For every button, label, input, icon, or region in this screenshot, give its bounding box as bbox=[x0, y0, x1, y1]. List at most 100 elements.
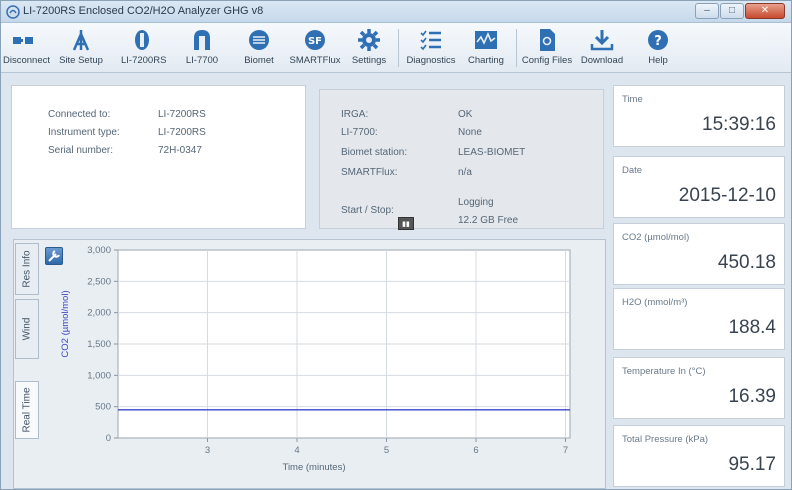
connected-to-value: LI-7200RS bbox=[158, 109, 206, 120]
readout-h2o-value: 188.4 bbox=[728, 317, 776, 338]
site-setup-label: Site Setup bbox=[59, 55, 103, 66]
tab-wind-label: Wind bbox=[21, 317, 33, 341]
instrument-type-label: Instrument type: bbox=[48, 127, 120, 138]
disconnect-icon bbox=[13, 37, 33, 44]
site-setup-button[interactable]: Site Setup bbox=[59, 25, 103, 71]
download-icon bbox=[590, 30, 614, 51]
irga-label: IRGA: bbox=[341, 109, 369, 120]
readout-co2: CO2 (µmol/mol) 450.18 bbox=[613, 223, 785, 285]
readout-time: Time 15:39:16 bbox=[613, 85, 785, 147]
svg-text:?: ? bbox=[654, 34, 662, 49]
smartflux-label: SMARTFlux bbox=[289, 55, 341, 66]
start-stop-toggle[interactable]: ▮▮ bbox=[398, 217, 414, 230]
config-files-label: Config Files bbox=[521, 55, 573, 66]
readout-time-label: Time bbox=[622, 94, 643, 105]
y-tick-label: 1,500 bbox=[87, 339, 111, 350]
disconnect-button[interactable]: Disconnect bbox=[3, 25, 50, 71]
config-files-button[interactable]: Config Files bbox=[521, 25, 573, 71]
settings-label: Settings bbox=[351, 55, 387, 66]
smartflux-button[interactable]: SF SMARTFlux bbox=[288, 25, 342, 71]
download-label: Download bbox=[580, 55, 624, 66]
co2-chart: 3,000 2,500 2,000 1,500 1,000 500 0 3 4 5 6 7 CO2 … bbox=[60, 245, 571, 473]
charting-button[interactable]: Charting bbox=[463, 25, 509, 71]
readout-h2o: H2O (mmol/m³) 188.4 bbox=[613, 288, 785, 350]
li7700-button[interactable]: LI-7700 bbox=[181, 25, 223, 71]
title-bar: LI-7200RS Enclosed CO2/H2O Analyzer GHG … bbox=[1, 1, 791, 23]
tab-real-time[interactable]: Real Time bbox=[15, 381, 39, 439]
readout-co2-value: 450.18 bbox=[717, 252, 776, 273]
gear-icon bbox=[358, 29, 380, 51]
x-axis-ticks: 3 4 5 6 7 bbox=[205, 438, 568, 456]
minimize-button[interactable]: – bbox=[695, 3, 719, 19]
smartflux-status-label: SMARTFlux: bbox=[341, 167, 398, 178]
y-axis-label: CO2 (µmol/mol) bbox=[60, 290, 71, 357]
maximize-button[interactable]: □ bbox=[720, 3, 744, 19]
li7700-status-value: None bbox=[458, 127, 482, 138]
tab-wind[interactable]: Wind bbox=[15, 299, 39, 359]
smartflux-status-value: n/a bbox=[458, 167, 472, 178]
y-axis-ticks: 3,000 2,500 2,000 1,500 1,000 500 0 bbox=[87, 245, 118, 444]
toolbar-separator bbox=[398, 29, 399, 67]
smartflux-icon: SF bbox=[305, 30, 325, 50]
serial-number-value: 72H-0347 bbox=[158, 145, 202, 156]
config-files-icon bbox=[540, 29, 555, 51]
start-stop-label: Start / Stop: bbox=[341, 205, 394, 216]
download-button[interactable]: Download bbox=[579, 25, 625, 71]
biomet-station-value: LEAS-BIOMET bbox=[458, 147, 526, 158]
y-tick-label: 3,000 bbox=[87, 245, 111, 256]
readout-time-value: 15:39:16 bbox=[702, 114, 776, 135]
li7200rs-button[interactable]: LI-7200RS bbox=[121, 25, 167, 71]
x-tick-label: 3 bbox=[205, 445, 210, 456]
biomet-button[interactable]: Biomet bbox=[241, 25, 277, 71]
y-tick-label: 2,500 bbox=[87, 276, 111, 287]
y-tick-label: 0 bbox=[106, 433, 111, 444]
readout-date-value: 2015-12-10 bbox=[678, 185, 776, 206]
tab-res-info-label: Res Info bbox=[21, 250, 33, 288]
readout-pressure-label: Total Pressure (kPa) bbox=[622, 434, 709, 445]
readout-temperature-value: 16.39 bbox=[728, 386, 776, 407]
charting-icon bbox=[475, 31, 497, 49]
diagnostics-button[interactable]: Diagnostics bbox=[405, 25, 457, 71]
biomet-icon bbox=[249, 30, 269, 50]
app-window: LI-7200RS Enclosed CO2/H2O Analyzer GHG … bbox=[0, 0, 792, 490]
charting-label: Charting bbox=[468, 55, 504, 66]
app-logo-icon bbox=[6, 5, 20, 19]
li7200rs-label: LI-7200RS bbox=[121, 55, 167, 66]
readout-h2o-label: H2O (mmol/m³) bbox=[622, 297, 688, 308]
free-space: 12.2 GB Free bbox=[458, 215, 519, 226]
close-button[interactable]: ✕ bbox=[745, 3, 785, 19]
x-axis-label: Time (minutes) bbox=[283, 462, 346, 473]
readout-temperature-label: Temperature In (°C) bbox=[622, 366, 706, 377]
li7700-label: LI-7700 bbox=[185, 55, 219, 66]
serial-number-label: Serial number: bbox=[48, 145, 114, 156]
instrument-type-value: LI-7200RS bbox=[158, 127, 206, 138]
toolbar-separator bbox=[516, 29, 517, 67]
readout-co2-label: CO2 (µmol/mol) bbox=[622, 232, 690, 243]
toolbar: Disconnect Site Setup LI-7200RS LI-7700 bbox=[1, 23, 791, 73]
y-tick-label: 2,000 bbox=[87, 308, 111, 319]
tab-real-time-label: Real Time bbox=[21, 387, 33, 433]
biomet-station-label: Biomet station: bbox=[341, 147, 408, 158]
x-tick-label: 6 bbox=[473, 445, 478, 456]
connected-to-label: Connected to: bbox=[48, 109, 111, 120]
y-tick-label: 500 bbox=[95, 402, 111, 413]
li7700-icon bbox=[194, 30, 210, 50]
biomet-label: Biomet bbox=[244, 55, 274, 66]
help-button[interactable]: ? Help bbox=[643, 25, 673, 71]
logging-status: Logging bbox=[458, 197, 494, 208]
tab-res-info[interactable]: Res Info bbox=[15, 243, 39, 295]
readout-date: Date 2015-12-10 bbox=[613, 156, 785, 218]
x-tick-label: 5 bbox=[384, 445, 389, 456]
window-title: LI-7200RS Enclosed CO2/H2O Analyzer GHG … bbox=[23, 5, 264, 17]
svg-text:SF: SF bbox=[308, 36, 322, 47]
diagnostics-icon bbox=[420, 30, 441, 51]
settings-button[interactable]: Settings bbox=[349, 25, 389, 71]
readout-pressure: Total Pressure (kPa) 95.17 bbox=[613, 425, 785, 487]
li7200rs-icon bbox=[135, 30, 149, 50]
irga-value: OK bbox=[458, 109, 473, 120]
x-tick-label: 7 bbox=[563, 445, 568, 456]
help-icon: ? bbox=[648, 30, 668, 50]
site-setup-icon bbox=[72, 30, 90, 51]
connection-panel bbox=[11, 85, 306, 229]
y-tick-label: 1,000 bbox=[87, 370, 111, 381]
